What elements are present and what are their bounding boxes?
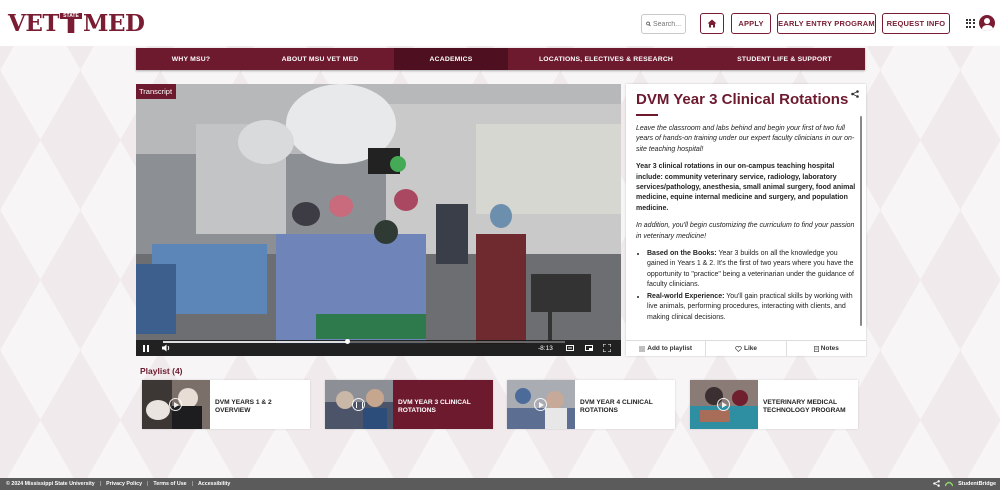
nav-item-locations[interactable]: LOCATIONS, ELECTIVES & RESEARCH: [508, 48, 704, 70]
playlist-card-label: DVM YEAR 3 CLINICAL ROTATIONS: [398, 399, 471, 414]
apps-grid-icon[interactable]: [966, 19, 975, 28]
nav-item-student-life[interactable]: STUDENT LIFE & SUPPORT: [704, 48, 865, 70]
notes-icon: [813, 345, 819, 352]
logo-text-med: MED: [83, 9, 145, 37]
bullet-lead: Real-world Experience:: [647, 292, 725, 300]
footer-separator: |: [147, 481, 149, 487]
pause-icon: [352, 398, 365, 411]
add-to-playlist-button[interactable]: Add to playlist: [626, 341, 707, 356]
top-bar: VET STATE MED APPLY EARLY ENTRY PROGRAM …: [0, 0, 1000, 46]
captions-icon[interactable]: [566, 345, 574, 351]
playlist-card[interactable]: VETERINARY MEDICAL TECHNOLOGY PROGRAM: [690, 380, 858, 429]
footer-right: StudentBridge: [933, 480, 996, 487]
early-entry-program-button[interactable]: EARLY ENTRY PROGRAM: [777, 13, 876, 34]
logo-state-mark: STATE: [60, 11, 82, 35]
video-progress-bar[interactable]: [163, 339, 565, 344]
playlist-thumbnail: [690, 380, 758, 429]
surgery-video-frame: [136, 84, 621, 356]
notes-label: Notes: [820, 345, 839, 352]
playlist-card-label: DVM YEAR 4 CLINICAL ROTATIONS: [580, 399, 653, 414]
bullet-lead: Based on the Books:: [647, 250, 717, 258]
apply-button[interactable]: APPLY: [731, 13, 771, 34]
progress-knob[interactable]: [345, 339, 351, 344]
vet-med-logo[interactable]: VET STATE MED: [8, 9, 145, 37]
playlist-card-active[interactable]: DVM YEAR 3 CLINICAL ROTATIONS: [325, 380, 493, 429]
transcript-button[interactable]: Transcript: [136, 84, 177, 99]
heart-icon: [735, 345, 742, 352]
list-icon: [639, 346, 646, 351]
list-item: Real-world Experience: You'll gain pract…: [647, 292, 860, 323]
like-button[interactable]: Like: [706, 341, 787, 356]
home-icon: [707, 19, 717, 28]
logo-state-text: STATE: [63, 13, 79, 19]
search-input[interactable]: [653, 20, 685, 28]
picture-in-picture-icon[interactable]: [585, 345, 593, 351]
terms-of-use-link[interactable]: Terms of Use: [153, 481, 186, 487]
playlist-card[interactable]: DVM YEAR 4 CLINICAL ROTATIONS: [507, 380, 675, 429]
logo-text-vet: VET: [8, 9, 60, 37]
privacy-policy-link[interactable]: Privacy Policy: [106, 481, 142, 487]
like-label: Like: [743, 345, 757, 352]
video-time-remaining: -8:13: [538, 345, 553, 352]
main-nav: WHY MSU? ABOUT MSU VET MED ACADEMICS LOC…: [136, 48, 865, 70]
play-icon: [717, 398, 730, 411]
footer-separator: |: [99, 481, 102, 487]
accessibility-link[interactable]: Accessibility: [198, 481, 230, 487]
nav-item-why-msu[interactable]: WHY MSU?: [136, 48, 246, 70]
panel-actions: Add to playlist Like Notes: [626, 340, 866, 356]
notes-button[interactable]: Notes: [787, 341, 866, 356]
nav-item-about[interactable]: ABOUT MSU VET MED: [246, 48, 394, 70]
user-account-icon[interactable]: [979, 15, 995, 31]
video-controls: -8:13: [136, 339, 621, 356]
highlights-list: Based on the Books: Year 3 builds on all…: [636, 249, 860, 323]
playlist-title: Playlist (4): [140, 366, 183, 376]
intro-text: Leave the classroom and labs behind and …: [636, 125, 855, 153]
playlist-thumbnail: [325, 380, 393, 429]
search-icon: [646, 21, 651, 27]
video-info-panel: DVM Year 3 Clinical Rotations Leave the …: [626, 84, 866, 356]
nav-item-academics[interactable]: ACADEMICS: [394, 48, 508, 70]
share-icon[interactable]: [933, 480, 940, 487]
playlist-thumbnail: [142, 380, 210, 429]
home-button[interactable]: [700, 13, 724, 34]
play-icon: [534, 398, 547, 411]
panel-content[interactable]: DVM Year 3 Clinical Rotations Leave the …: [636, 90, 860, 340]
footer: © 2024 Mississippi State University | Pr…: [0, 478, 1000, 490]
customize-text: In addition, you'll begin customizing th…: [636, 222, 855, 240]
playlist-card-label: VETERINARY MEDICAL TECHNOLOGY PROGRAM: [763, 399, 846, 414]
rotations-text: Year 3 clinical rotations in our on-camp…: [636, 163, 856, 212]
video-title: DVM Year 3 Clinical Rotations: [636, 91, 849, 108]
playlist-thumbnail: [507, 380, 575, 429]
title-underline: [636, 114, 658, 116]
pause-icon[interactable]: [143, 345, 149, 352]
playlist-card[interactable]: DVM YEARS 1 & 2 OVERVIEW: [142, 380, 310, 429]
studentbridge-logo-icon: [945, 481, 954, 487]
playlist-card-label: DVM YEARS 1 & 2 OVERVIEW: [215, 399, 272, 414]
video-player[interactable]: Transcript -8:13: [136, 84, 621, 356]
copyright-text: © 2024 Mississippi State University: [6, 481, 95, 487]
search-box[interactable]: [641, 14, 686, 34]
fullscreen-icon[interactable]: [603, 344, 611, 352]
footer-separator: |: [191, 481, 193, 487]
request-info-button[interactable]: REQUEST INFO: [882, 13, 950, 34]
play-icon: [169, 398, 182, 411]
studentbridge-brand[interactable]: StudentBridge: [958, 481, 996, 487]
list-item: Based on the Books: Year 3 builds on all…: [647, 249, 860, 291]
volume-icon[interactable]: [162, 344, 171, 352]
panel-scrollbar[interactable]: [860, 116, 862, 326]
add-to-playlist-label: Add to playlist: [647, 345, 693, 352]
